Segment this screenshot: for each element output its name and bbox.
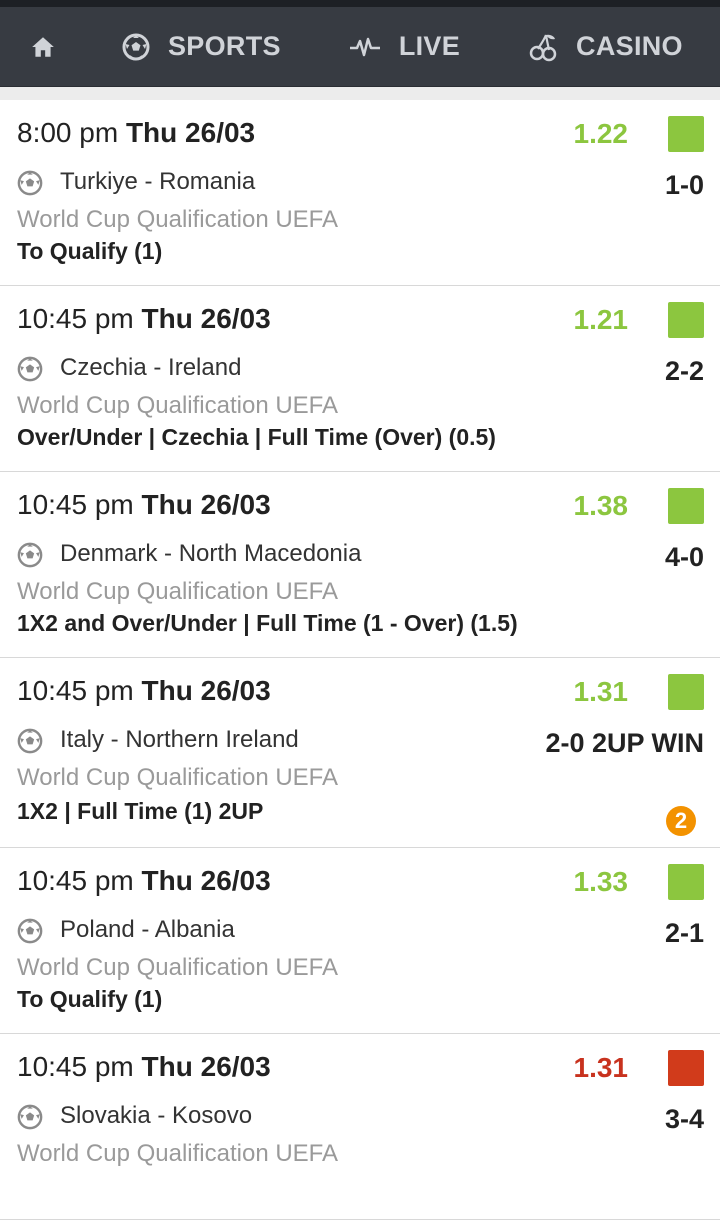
- bet-odds: 1.31: [573, 1052, 629, 1083]
- 2up-badge-icon: 2: [666, 806, 696, 836]
- bet-status-indicator: [668, 674, 704, 710]
- soccer-ball-icon: [17, 918, 43, 944]
- league-name: World Cup Qualification UEFA: [17, 954, 339, 981]
- league-name: World Cup Qualification UEFA: [17, 1140, 339, 1167]
- match-score: 2-1: [664, 918, 704, 948]
- bet-odds: 1.22: [573, 118, 629, 149]
- bet-date: Thu 26/03: [141, 489, 271, 520]
- soccer-ball-icon: [17, 356, 43, 382]
- bet-datetime: 10:45 pm Thu 26/03: [17, 675, 271, 707]
- nav-live[interactable]: LIVE: [349, 7, 460, 86]
- bet-card[interactable]: 10:45 pm Thu 26/03 1.21 Czechia - Irelan…: [0, 286, 720, 472]
- pulse-icon: [349, 36, 381, 58]
- bet-time: 10:45 pm: [17, 1051, 134, 1082]
- bet-time: 10:45 pm: [17, 303, 134, 334]
- bet-odds: 1.31: [573, 676, 629, 707]
- match-score: 1-0: [664, 170, 704, 200]
- bet-time: 10:45 pm: [17, 489, 134, 520]
- match-score: 4-0: [664, 542, 704, 572]
- soccer-ball-icon: [17, 1104, 43, 1130]
- bet-market-text: 1X2 | Full Time (1): [17, 798, 213, 824]
- bet-status-indicator: [668, 302, 704, 338]
- top-navigation: SPORTS LIVE CASINO: [0, 7, 720, 87]
- bet-datetime: 8:00 pm Thu 26/03: [17, 117, 255, 149]
- bet-list: 8:00 pm Thu 26/03 1.22 Turkiye - Romania…: [0, 100, 720, 1220]
- bet-date: Thu 26/03: [141, 675, 271, 706]
- bet-market: Over/Under | Czechia | Full Time (Over) …: [17, 424, 496, 450]
- bet-status-indicator: [668, 488, 704, 524]
- bet-market: 1X2 and Over/Under | Full Time (1 - Over…: [17, 610, 518, 636]
- league-name: World Cup Qualification UEFA: [17, 392, 339, 419]
- bet-card[interactable]: 10:45 pm Thu 26/03 1.31 Italy - Northern…: [0, 658, 720, 848]
- bet-market-suffix: 2UP: [218, 798, 264, 824]
- bet-card[interactable]: 10:45 pm Thu 26/03 1.31 Slovakia - Kosov…: [0, 1034, 720, 1220]
- league-name: World Cup Qualification UEFA: [17, 764, 339, 791]
- bet-datetime: 10:45 pm Thu 26/03: [17, 1051, 271, 1083]
- bet-odds: 1.33: [573, 866, 629, 897]
- match-score: 2-2: [664, 356, 704, 386]
- bet-market: 1X2 | Full Time (1) 2UP: [17, 798, 263, 825]
- nav-home[interactable]: [0, 7, 86, 86]
- bet-status-indicator: [668, 116, 704, 152]
- soccer-ball-icon: [17, 542, 43, 568]
- nav-live-label: LIVE: [398, 31, 461, 61]
- bet-time: 10:45 pm: [17, 865, 134, 896]
- bet-odds: 1.21: [573, 304, 629, 335]
- bet-status-indicator: [668, 864, 704, 900]
- nav-sports-label: SPORTS: [168, 31, 281, 61]
- bet-date: Thu 26/03: [125, 117, 256, 148]
- soccer-ball-icon: [122, 33, 150, 61]
- bet-datetime: 10:45 pm Thu 26/03: [17, 865, 271, 897]
- match-score: 3-4: [664, 1104, 704, 1134]
- bet-datetime: 10:45 pm Thu 26/03: [17, 303, 271, 335]
- match-name: Slovakia - Kosovo: [60, 1102, 253, 1129]
- nav-sports[interactable]: SPORTS: [122, 7, 281, 86]
- match-name: Czechia - Ireland: [60, 354, 242, 381]
- bet-card[interactable]: 8:00 pm Thu 26/03 1.22 Turkiye - Romania…: [0, 100, 720, 286]
- league-name: World Cup Qualification UEFA: [17, 206, 339, 233]
- nav-casino[interactable]: CASINO: [528, 7, 683, 86]
- match-name: Italy - Northern Ireland: [60, 726, 299, 753]
- cherries-icon: [528, 32, 558, 62]
- match-name: Poland - Albania: [60, 916, 235, 943]
- match-name: Denmark - North Macedonia: [60, 540, 362, 567]
- home-icon: [30, 34, 56, 60]
- league-name: World Cup Qualification UEFA: [17, 578, 339, 605]
- bet-time: 8:00 pm: [17, 117, 119, 148]
- bet-date: Thu 26/03: [141, 1051, 271, 1082]
- bet-datetime: 10:45 pm Thu 26/03: [17, 489, 271, 521]
- bet-odds: 1.38: [573, 490, 629, 521]
- match-score: 2-0 2UP WIN: [545, 728, 704, 758]
- status-strip: [0, 0, 720, 7]
- bet-date: Thu 26/03: [141, 865, 271, 896]
- bet-date: Thu 26/03: [141, 303, 271, 334]
- bet-market: To Qualify (1): [17, 986, 163, 1012]
- bet-time: 10:45 pm: [17, 675, 134, 706]
- soccer-ball-icon: [17, 728, 43, 754]
- bet-card[interactable]: 10:45 pm Thu 26/03 1.38 Denmark - North …: [0, 472, 720, 658]
- bet-card[interactable]: 10:45 pm Thu 26/03 1.33 Poland - Albania…: [0, 848, 720, 1034]
- soccer-ball-icon: [17, 170, 43, 196]
- bet-status-indicator: [668, 1050, 704, 1086]
- match-name: Turkiye - Romania: [60, 168, 256, 195]
- nav-casino-label: CASINO: [576, 31, 683, 61]
- bet-market: To Qualify (1): [17, 238, 163, 264]
